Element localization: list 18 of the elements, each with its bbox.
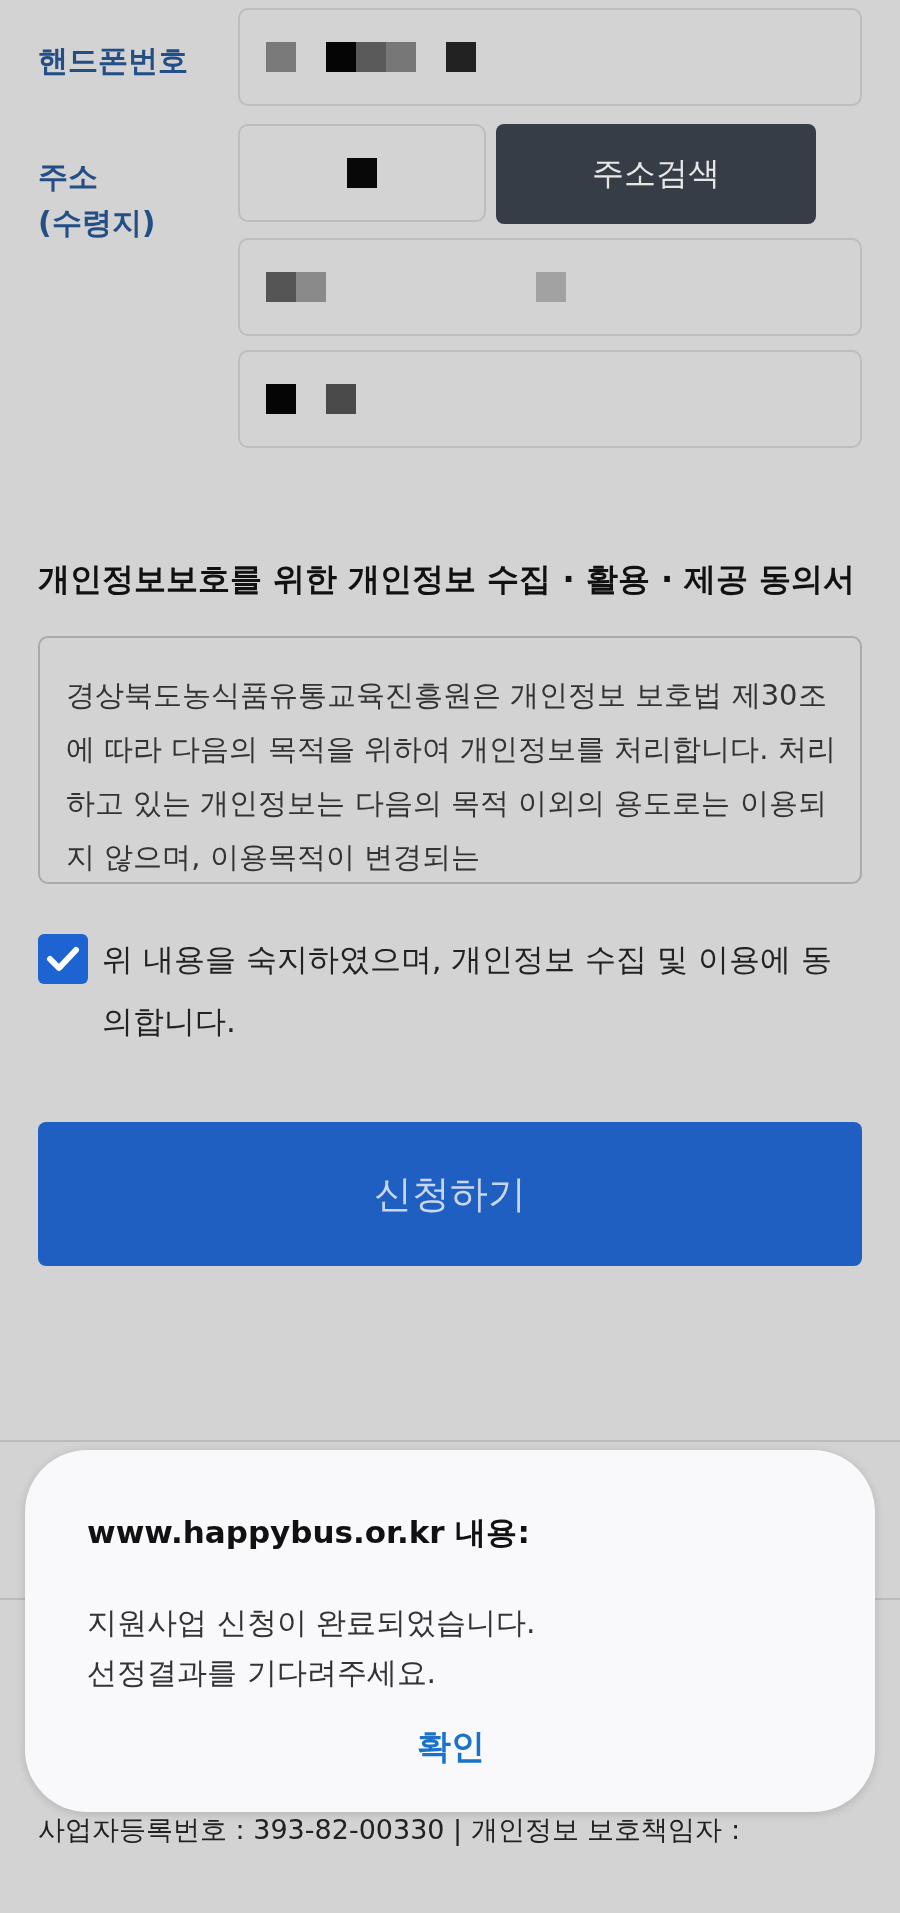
check-icon (46, 945, 80, 973)
submit-button[interactable]: 신청하기 (38, 1122, 862, 1266)
footer-text: 사업자등록번호 : 393-82-00330 | 개인정보 보호책임자 : (38, 1813, 742, 1848)
field-label: 핸드폰번호 (38, 42, 189, 80)
input-field[interactable] (238, 238, 862, 336)
input-field[interactable] (238, 8, 862, 106)
consent-text: 경상북도농식품유통교육진흥원은 개인정보 보호법 제30조에 따라 다음의 목적을 위하여 개인정보를 처리합니다. 처리하고 있는 개인정보는 다음의 목적 이외의 용도로는 이용되지 않으며, 이용목적이 변경되는 (66, 677, 837, 876)
dialog-message: 지원사업 신청이 완료되었습니다. 선정결과를 기다려주세요. (87, 1604, 537, 1692)
field-label: 주소 (수령지) (38, 158, 157, 242)
consent-text-box[interactable]: 경상북도농식품유통교육진흥원은 개인정보 보호법 제30조에 따라 다음의 목적을 위하여 개인정보를 처리합니다. 처리하고 있는 개인정보는 다음의 목적 이외의 용도로는 이용되지 않으며, 이용목적이 변경되는 (38, 636, 862, 884)
confirm-button[interactable]: 확인 (397, 1718, 505, 1776)
input-field[interactable] (238, 350, 862, 448)
address-search-button[interactable]: 주소검색 (496, 124, 816, 224)
agree-label: 위 내용을 숙지하였으며, 개인정보 수집 및 이용에 동의합니다. (102, 940, 833, 1041)
dialog-title: www.happybus.or.kr 내용: (87, 1513, 531, 1552)
input-field[interactable] (238, 124, 486, 222)
consent-title: 개인정보보호를 위한 개인정보 수집 · 활용 · 제공 동의서 (38, 559, 857, 600)
agree-checkbox[interactable] (38, 934, 88, 984)
